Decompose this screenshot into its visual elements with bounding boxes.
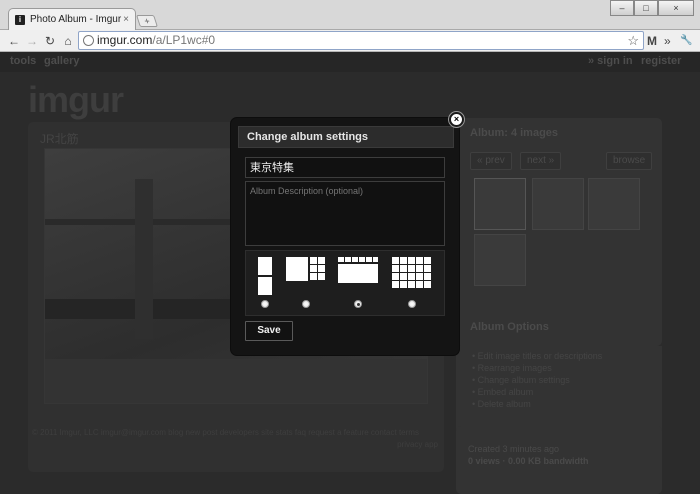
browser-tabstrip: i Photo Album - Imgur × + – □ × <box>0 0 700 30</box>
album-stats: 0 views · 0.00 KB bandwidth <box>468 456 589 466</box>
imgur-favicon-icon: i <box>15 14 25 25</box>
tab-title: Photo Album - Imgur <box>30 14 122 25</box>
globe-icon <box>83 35 94 46</box>
layout-grid-radio[interactable] <box>408 300 416 308</box>
minimize-button[interactable]: – <box>610 0 634 16</box>
option-embed[interactable]: Embed album <box>472 386 602 398</box>
created-time: Created 3 minutes ago <box>468 444 560 454</box>
url-host: imgur.com <box>97 33 153 47</box>
dialog-title: Change album settings <box>247 131 369 143</box>
option-edit-titles[interactable]: Edit image titles or descriptions <box>472 350 603 362</box>
forward-icon[interactable]: → <box>24 33 40 49</box>
layout-blog-icon[interactable] <box>286 257 326 283</box>
browser-toolbar: ← → ↻ ⌂ imgur.com/a/LP1wc#0 ☆ M » 🔧 <box>0 30 700 52</box>
register-link[interactable]: register <box>641 55 681 67</box>
save-button[interactable]: Save <box>245 321 293 341</box>
imgur-logo[interactable]: imgur <box>28 79 124 121</box>
bookmark-star-icon[interactable]: ☆ <box>627 32 639 49</box>
browse-button[interactable]: browse <box>606 152 653 170</box>
window-controls: – □ × <box>610 0 694 16</box>
wrench-icon[interactable]: 🔧 <box>680 33 692 49</box>
home-icon[interactable]: ⌂ <box>60 33 76 49</box>
album-info: Created 3 minutes ago 0 views · 0.00 KB … <box>456 426 662 494</box>
maximize-button[interactable]: □ <box>634 0 658 16</box>
next-button[interactable]: next » <box>520 152 562 170</box>
album-name: JR北筋 <box>40 132 79 146</box>
browser-tab[interactable]: i Photo Album - Imgur × <box>8 8 136 30</box>
reload-icon[interactable]: ↻ <box>42 33 58 49</box>
footer-links: © 2011 Imgur, LLC imgur@imgur.com blog n… <box>32 428 419 437</box>
back-icon[interactable]: ← <box>6 33 22 49</box>
layout-vertical-icon[interactable] <box>258 257 272 297</box>
layout-blog-radio[interactable] <box>302 300 310 308</box>
layout-selector <box>245 250 445 316</box>
album-options-heading: Album Options <box>470 321 549 333</box>
address-bar[interactable]: imgur.com/a/LP1wc#0 ☆ <box>78 31 644 50</box>
tab-close-icon[interactable]: × <box>123 14 129 25</box>
layout-vertical-radio[interactable] <box>261 300 269 308</box>
url-path: /a/LP1wc#0 <box>152 33 216 47</box>
dialog-close-icon[interactable]: × <box>449 112 464 127</box>
album-thumbnail[interactable] <box>474 234 526 286</box>
sign-in-link[interactable]: » sign in <box>588 55 633 67</box>
option-rearrange[interactable]: Rearrange images <box>472 362 602 374</box>
album-thumbnail[interactable] <box>588 178 640 230</box>
nav-gallery-link[interactable]: gallery <box>44 55 79 67</box>
layout-grid-icon[interactable] <box>392 257 432 288</box>
new-tab-button[interactable]: + <box>136 15 158 27</box>
footer-links-2: privacy app <box>397 440 438 449</box>
album-sidebar: Album: 4 images « prev next » browse Alb… <box>456 118 662 346</box>
gmail-icon[interactable]: M <box>647 33 657 49</box>
layout-horizontal-icon[interactable] <box>338 257 378 283</box>
layout-horizontal-radio[interactable] <box>354 300 362 308</box>
site-nav: tools gallery » sign in register <box>0 52 700 72</box>
album-heading: Album: 4 images <box>470 127 559 139</box>
album-description-input[interactable] <box>245 181 445 246</box>
extensions-more-icon[interactable]: » <box>664 33 671 49</box>
window-close-button[interactable]: × <box>658 0 694 16</box>
album-thumbnail[interactable] <box>532 178 584 230</box>
prev-button[interactable]: « prev <box>470 152 512 170</box>
album-thumbnail[interactable] <box>474 178 526 230</box>
dialog-header: Change album settings <box>238 126 454 148</box>
nav-tools-link[interactable]: tools <box>10 55 36 67</box>
option-delete[interactable]: Delete album <box>472 398 602 410</box>
album-title-input[interactable]: 東京特集 <box>245 157 445 178</box>
option-change-settings[interactable]: Change album settings <box>472 374 602 386</box>
change-album-settings-dialog: Change album settings 東京特集 Save <box>230 117 460 356</box>
